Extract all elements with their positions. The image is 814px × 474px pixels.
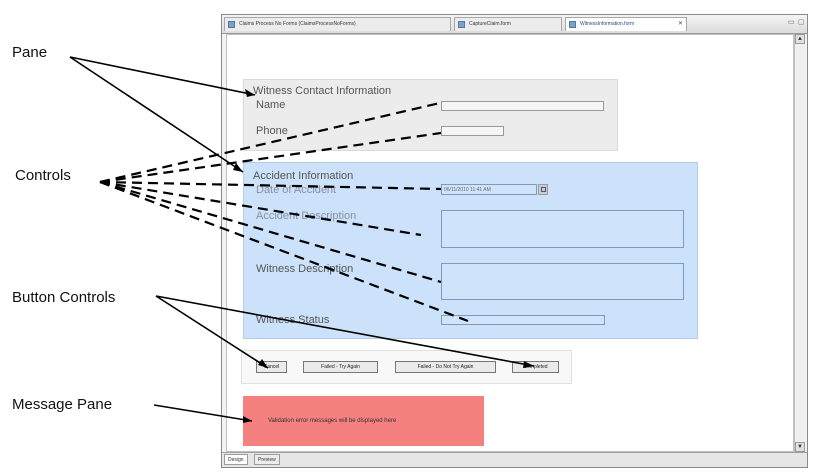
controls-leader-line [99, 180, 442, 191]
callout-lines [69, 56, 535, 423]
controls-leader-line [99, 180, 442, 284]
arrowhead-icon [245, 89, 255, 97]
controls-leader-line [99, 101, 441, 184]
arrowhead-icon [258, 359, 268, 368]
button-leader-line [155, 295, 535, 367]
arrowhead-icon [523, 361, 534, 368]
arrowhead-icon [243, 416, 252, 423]
message-leader-line [153, 404, 253, 422]
controls-leader-line [99, 180, 469, 323]
arrowhead-icon [233, 163, 243, 172]
controls-leader-line [99, 131, 442, 184]
controls-leader-line [99, 180, 422, 237]
